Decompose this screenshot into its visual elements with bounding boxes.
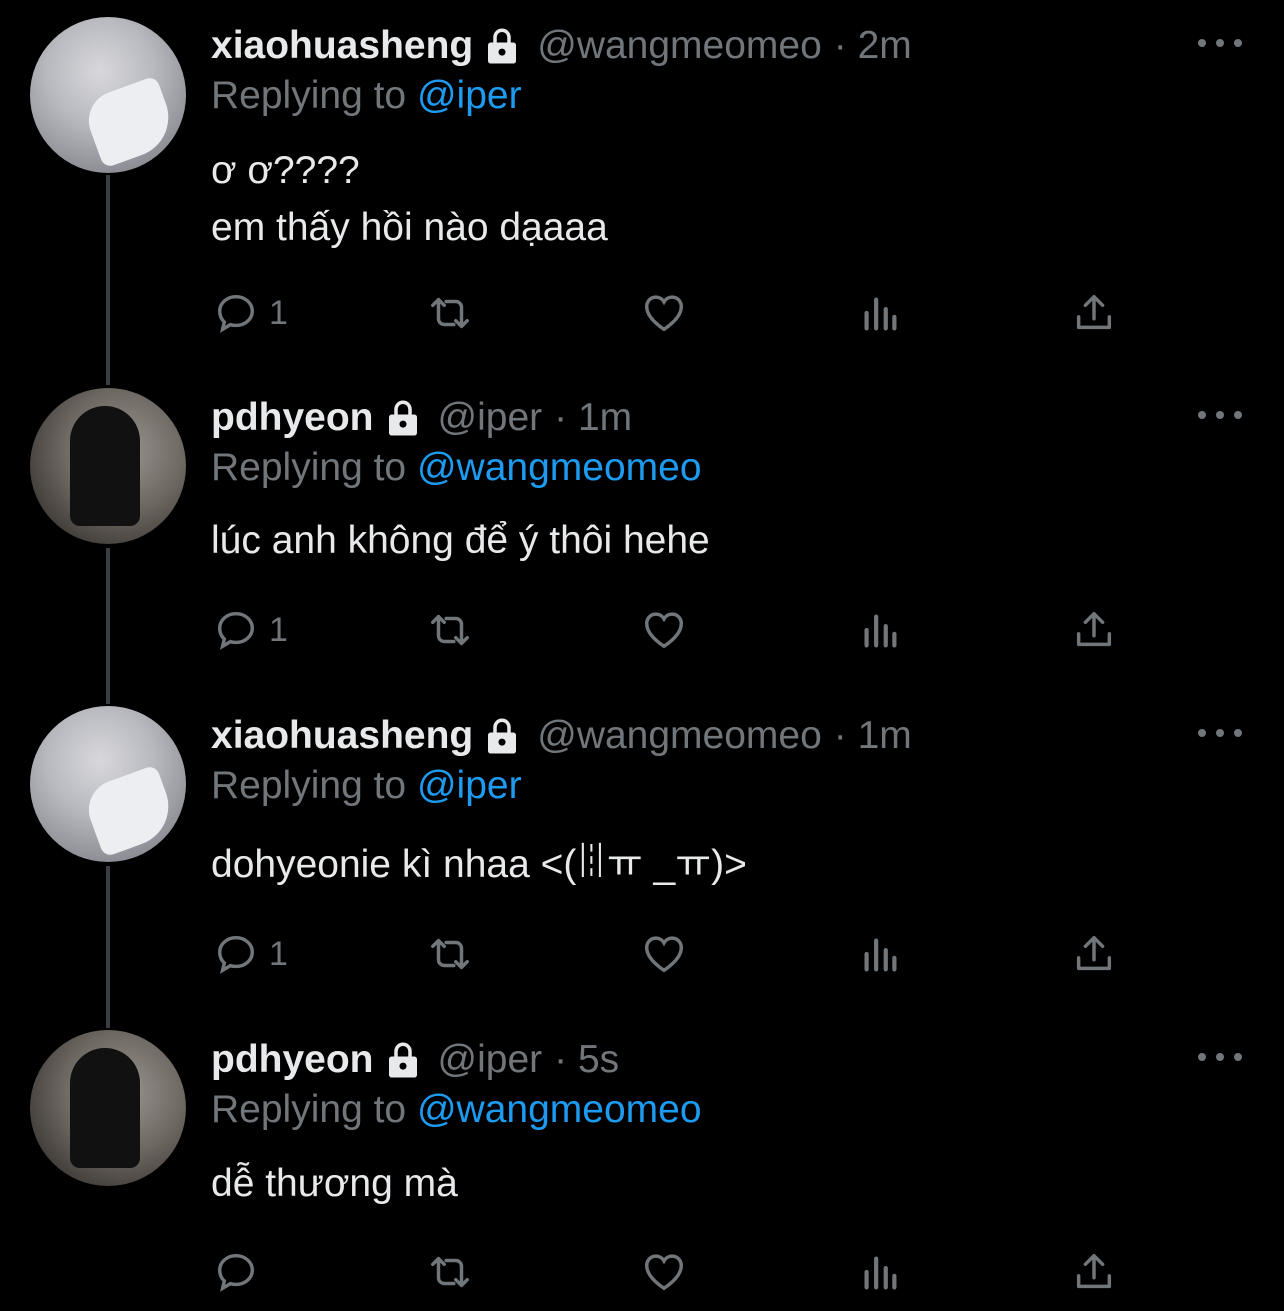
like-button[interactable] [641, 1247, 687, 1297]
share-icon [1076, 935, 1112, 971]
avatar[interactable] [30, 17, 186, 173]
display-name[interactable]: pdhyeon [211, 1038, 374, 1082]
handle[interactable]: @wangmeomeo [537, 24, 822, 68]
like-button[interactable] [641, 288, 687, 338]
tweet-text: lúc anh không để ý thôi hehe [211, 519, 710, 562]
avatar[interactable] [30, 1030, 186, 1186]
lock-icon [388, 400, 417, 436]
share-button[interactable] [1071, 605, 1117, 655]
retweet-icon [431, 297, 469, 329]
tweet-text: ơ ơ???? em thấy hồi nào dạaaa [211, 149, 608, 249]
tweet-header: pdhyeon @iper · 5s [211, 1030, 619, 1090]
display-name[interactable]: xiaohuasheng [211, 24, 473, 68]
more-icon[interactable] [1198, 723, 1242, 743]
share-icon [1076, 1253, 1112, 1289]
analytics-icon [864, 1256, 897, 1290]
reply-count: 1 [269, 934, 288, 973]
analytics-icon [864, 614, 897, 648]
reply-count: 1 [269, 293, 288, 332]
like-icon [645, 936, 683, 973]
reply-button[interactable]: 1 [213, 605, 288, 655]
tweet-text: dễ thương mà [211, 1162, 458, 1205]
tweet-actions: 1 [211, 929, 1131, 979]
mention-link[interactable]: @iper [417, 764, 522, 807]
like-button[interactable] [641, 605, 687, 655]
display-name[interactable]: xiaohuasheng [211, 714, 473, 758]
tweet-text: dohyeonie kì nhaa <(ꈨㅠ _ㅠ)> [211, 843, 747, 886]
reply-icon [217, 935, 255, 974]
analytics-icon [864, 938, 897, 972]
thread-line [106, 175, 110, 385]
replying-to: Replying to @wangmeomeo [211, 446, 702, 490]
replying-label: Replying to [211, 74, 407, 117]
reply-icon [217, 294, 255, 333]
like-icon [645, 612, 683, 649]
replying-label: Replying to [211, 446, 407, 489]
lock-icon [488, 718, 517, 754]
replying-label: Replying to [211, 764, 407, 807]
retweet-icon [431, 1256, 469, 1288]
analytics-button[interactable] [857, 605, 903, 655]
more-icon[interactable] [1198, 33, 1242, 53]
reply-button[interactable]: 1 [213, 929, 288, 979]
reply-icon [217, 611, 255, 650]
handle[interactable]: @wangmeomeo [537, 714, 822, 758]
share-button[interactable] [1071, 1247, 1117, 1297]
mention-link[interactable]: @wangmeomeo [417, 1088, 702, 1131]
replying-to: Replying to @iper [211, 74, 522, 118]
more-icon[interactable] [1198, 405, 1242, 425]
share-button[interactable] [1071, 929, 1117, 979]
tweet-actions: 1 [211, 288, 1131, 338]
timestamp[interactable]: · 5s [554, 1038, 619, 1082]
avatar[interactable] [30, 388, 186, 544]
analytics-button[interactable] [857, 929, 903, 979]
retweet-button[interactable] [427, 1247, 473, 1297]
timestamp[interactable]: · 1m [554, 396, 632, 440]
replying-to: Replying to @iper [211, 764, 522, 808]
handle[interactable]: @iper [438, 396, 543, 440]
reply-count: 1 [269, 610, 288, 649]
mention-link[interactable]: @iper [417, 74, 522, 117]
timestamp[interactable]: · 2m [834, 24, 912, 68]
avatar[interactable] [30, 706, 186, 862]
share-button[interactable] [1071, 288, 1117, 338]
share-icon [1076, 294, 1112, 330]
like-icon [645, 1254, 683, 1291]
share-icon [1076, 611, 1112, 647]
reply-button[interactable] [213, 1247, 269, 1297]
thread-line [106, 548, 110, 704]
tweet-header: pdhyeon @iper · 1m [211, 388, 632, 448]
timestamp[interactable]: · 1m [834, 714, 912, 758]
retweet-button[interactable] [427, 288, 473, 338]
like-button[interactable] [641, 929, 687, 979]
tweet-actions [211, 1247, 1131, 1297]
analytics-icon [864, 297, 897, 331]
display-name[interactable]: pdhyeon [211, 396, 374, 440]
retweet-button[interactable] [427, 605, 473, 655]
analytics-button[interactable] [857, 1247, 903, 1297]
analytics-button[interactable] [857, 288, 903, 338]
replying-label: Replying to [211, 1088, 407, 1131]
retweet-icon [431, 614, 469, 646]
lock-icon [388, 1042, 417, 1078]
retweet-button[interactable] [427, 929, 473, 979]
like-icon [645, 295, 683, 332]
handle[interactable]: @iper [438, 1038, 543, 1082]
mention-link[interactable]: @wangmeomeo [417, 446, 702, 489]
reply-button[interactable]: 1 [213, 288, 288, 338]
tweet-header: xiaohuasheng @wangmeomeo · 2m [211, 16, 912, 76]
tweet-header: xiaohuasheng @wangmeomeo · 1m [211, 706, 912, 766]
thread-line [106, 866, 110, 1028]
retweet-icon [431, 938, 469, 970]
lock-icon [488, 28, 517, 64]
tweet-actions: 1 [211, 605, 1131, 655]
replying-to: Replying to @wangmeomeo [211, 1088, 702, 1132]
more-icon[interactable] [1198, 1047, 1242, 1067]
reply-icon [217, 1253, 255, 1292]
